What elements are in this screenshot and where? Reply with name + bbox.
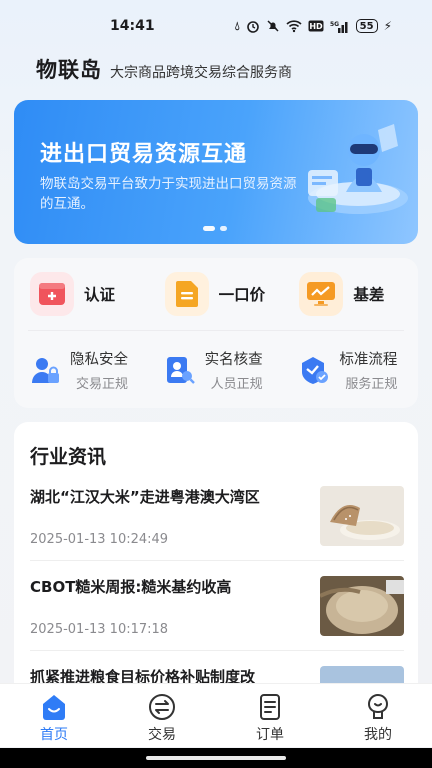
guarantee-title: 标准流程 — [339, 352, 398, 368]
brand-title: 物联岛 — [36, 58, 102, 82]
profile-icon — [367, 693, 389, 719]
news-heading: 行业资讯 — [30, 446, 107, 468]
guarantee-subtitle: 服务正规 — [345, 377, 398, 392]
grain-sack-thumbnail — [320, 576, 404, 636]
status-icons: 💧︎ HD 5G 55 ⚡︎ — [235, 19, 392, 34]
divider — [30, 560, 404, 561]
chart-monitor-icon — [299, 272, 344, 316]
certification-icon — [30, 272, 74, 316]
banner-title: 进出口贸易资源互通 — [40, 142, 248, 167]
news-title: 湖北“江汉大米”走进粤港澳大湾区 — [30, 488, 260, 506]
divider — [28, 330, 404, 331]
privacy-lock-icon — [32, 358, 59, 383]
service-basis[interactable]: 基差 — [283, 272, 418, 316]
drop-icon: 💧︎ — [234, 18, 240, 33]
banner-description: 物联岛交易平台致力于实现进出口贸易资源的互通。 — [40, 176, 297, 212]
home-icon — [43, 695, 65, 720]
tab-orders[interactable]: 订单 — [216, 684, 324, 747]
system-gesture-bar — [0, 748, 432, 768]
guarantee-subtitle: 交易正规 — [75, 377, 128, 392]
hd-icon: HD — [308, 20, 324, 32]
industry-news-card: 行业资讯 湖北“江汉大米”走进粤港澳大湾区 2025-01-13 10:24:4… — [14, 422, 418, 722]
service-label: 认证 — [84, 286, 116, 304]
promo-banner[interactable]: 进出口贸易资源互通 物联岛交易平台致力于实现进出口贸易资源的互通。 — [14, 100, 418, 244]
charging-icon: ⚡︎ — [383, 19, 392, 33]
rice-thumbnail — [320, 486, 404, 546]
tab-label: 我的 — [364, 727, 392, 743]
divider — [30, 650, 404, 651]
alarm-icon — [246, 21, 259, 33]
guarantee-privacy[interactable]: 隐私安全 交易正规 — [14, 348, 149, 392]
svg-text:HD: HD — [309, 22, 323, 31]
brand-tagline: 大宗商品跨境交易综合服务商 — [110, 65, 292, 81]
robot-illustration-icon — [308, 124, 408, 214]
service-fixed-price[interactable]: 一口价 — [149, 272, 284, 316]
pagination-dot-active[interactable] — [203, 226, 215, 231]
exchange-icon — [149, 694, 175, 720]
signal-icon: 5G — [330, 21, 348, 33]
process-shield-icon — [302, 357, 329, 384]
banner-pagination — [203, 226, 227, 231]
pagination-dot[interactable] — [220, 226, 227, 231]
app-header: 物联岛 大宗商品跨境交易综合服务商 — [36, 54, 292, 84]
tab-trade[interactable]: 交易 — [108, 684, 216, 747]
tab-label: 订单 — [256, 727, 284, 743]
news-time: 2025-01-13 10:17:18 — [30, 622, 169, 637]
news-title: CBOT糙米周报:糙米基约收高 — [30, 578, 232, 596]
gesture-handle[interactable] — [146, 756, 286, 760]
status-time: 14:41 — [110, 18, 155, 34]
mute-icon — [267, 20, 279, 32]
service-sub-row: 隐私安全 交易正规 实名核查 人员正规 标准流程 服务正规 — [14, 348, 418, 392]
guarantee-title: 实名核查 — [204, 352, 263, 368]
service-main-row: 认证 一口价 基差 — [14, 272, 418, 316]
order-icon — [260, 694, 280, 720]
tab-home[interactable]: 首页 — [0, 684, 108, 747]
battery-level: 55 — [359, 20, 374, 32]
wifi-icon — [286, 20, 302, 33]
service-label: 基差 — [353, 286, 385, 304]
svg-text:5G: 5G — [330, 21, 339, 28]
document-icon — [164, 272, 209, 316]
bottom-tab-bar: 首页 交易 订单 我的 — [0, 683, 432, 747]
tab-label: 交易 — [148, 727, 176, 743]
tab-label: 首页 — [40, 727, 68, 743]
service-certification[interactable]: 认证 — [14, 272, 149, 316]
guarantee-subtitle: 人员正规 — [210, 377, 263, 392]
guarantee-title: 隐私安全 — [70, 352, 128, 368]
guarantee-process[interactable]: 标准流程 服务正规 — [283, 348, 418, 392]
status-bar: 14:41 💧︎ HD 5G 55 ⚡︎ — [0, 0, 432, 52]
battery-icon: 55 — [355, 19, 378, 33]
service-label: 一口价 — [218, 286, 266, 304]
guarantee-identity[interactable]: 实名核查 人员正规 — [149, 348, 284, 392]
tab-profile[interactable]: 我的 — [324, 684, 432, 747]
id-check-icon — [166, 357, 195, 384]
service-card: 认证 一口价 基差 隐私安全 交易正规 实名核查 人员正规 标准流程 服务正规 — [14, 258, 418, 408]
news-time: 2025-01-13 10:24:49 — [30, 532, 169, 547]
